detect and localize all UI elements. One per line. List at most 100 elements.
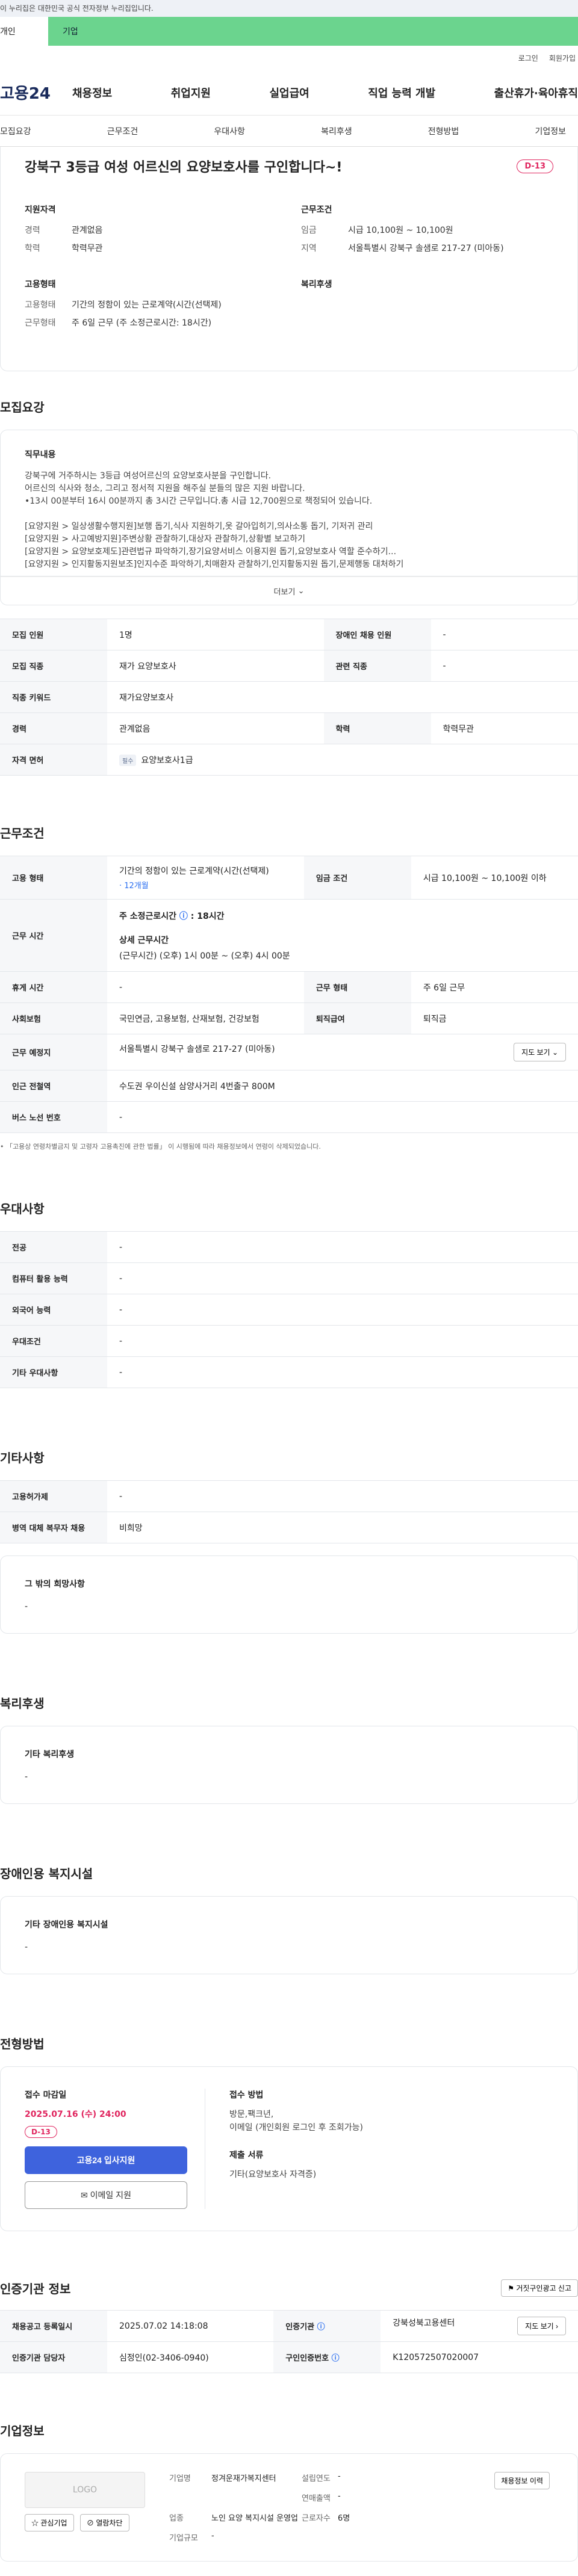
method-title: 접수 방법 (229, 2090, 264, 2100)
cond-section: 근무조건 임금 시급 10,100원 ~ 10,100원 지역 서울특별시 강북구 … (301, 203, 553, 260)
block-label: 열람차단 (96, 2519, 123, 2527)
more-label: 더보기 (273, 587, 296, 597)
favorite-company-button[interactable]: ☆ 관심기업 (25, 2514, 74, 2531)
gov-banner-text: 이 누리집은 대한민국 공식 전자정부 누리집입니다. (0, 4, 154, 13)
gnb-item-leave[interactable]: 출산휴가·육아휴직 (494, 85, 578, 100)
hours-main-label: 주 소정근로시간 (119, 911, 177, 921)
cell-value: 1명 (107, 619, 324, 650)
agency-value-cell: 강북성북고용센터 지도 보기 › (381, 2310, 578, 2342)
cell-value: 재가요양보호사 (107, 681, 578, 713)
email-apply-button[interactable]: ✉ 이메일 지원 (25, 2181, 187, 2209)
company-name-label: 기업명 (169, 2474, 191, 2483)
report-fake-ad-button[interactable]: ⚑ 거짓구인광고 신고 (501, 2279, 578, 2297)
map-view-button[interactable]: 지도 보기 ⌄ (514, 1043, 566, 1061)
cell-label: 인근 전철역 (0, 1070, 107, 1102)
other-wish-value: - (25, 1602, 28, 1611)
info-icon[interactable]: ⓘ (332, 2354, 340, 2363)
gnb-item-support[interactable]: 취업지원 (171, 85, 211, 100)
gnb-item-jobs[interactable]: 채용정보 (72, 85, 112, 100)
login-link[interactable]: 로그인 (518, 53, 538, 63)
join-link[interactable]: 회원가입 (549, 53, 576, 63)
emp-section: 고용형태 고용형태 기간의 정함이 있는 근로계약(시간(선택제) 근무형태 주 6… (25, 278, 277, 335)
favorite-label: 관심기업 (40, 2519, 67, 2527)
job-desc-line: [요양지원 > 사고예방지원]주변상황 관찰하기,대상자 관찰하기,상황별 보고… (25, 534, 305, 544)
gnb-item-training[interactable]: 직업 능력 개발 (368, 85, 435, 100)
agency-map-button[interactable]: 지도 보기 › (517, 2317, 566, 2335)
qual-title: 지원자격 (25, 205, 56, 215)
size-value: - (211, 2531, 214, 2540)
block-view-button[interactable]: ⊘ 열람차단 (79, 2514, 129, 2531)
emp-type-value: 기간의 정함이 있는 근로계약(시간(선택제) (119, 866, 269, 876)
job-desc-line: [요양지원 > 인지활동지원보조]인지수준 파악하기,치매환자 관찰하기,인지활… (25, 560, 404, 569)
cell-label: 우대조건 (0, 1325, 107, 1357)
etc-table: 고용허가제 - 병역 대체 복무자 채용 비희망 (0, 1480, 578, 1543)
table-row: 직종 키워드 재가요양보호사 (0, 681, 578, 713)
subnav-recruit[interactable]: 모집요강 (0, 125, 31, 137)
chevron-right-icon: › (556, 2322, 558, 2330)
cell-value: 시급 10,100원 ~ 10,100원 이하 (411, 856, 578, 900)
cell-value: 재가 요양보호사 (107, 650, 324, 682)
chevron-down-icon: ⌄ (297, 586, 305, 596)
subnav-work[interactable]: 근무조건 (107, 125, 138, 137)
qual-career-label: 경력 (25, 226, 40, 235)
info-icon[interactable]: ⓘ (179, 912, 188, 921)
cond-wage-value: 시급 10,100원 ~ 10,100원 (348, 226, 453, 235)
utility-bar: 로그인 회원가입 (0, 46, 578, 70)
cell-label: 장애인 채용 인원 (323, 619, 431, 650)
agency-header: 인증기관 정보 ⚑ 거짓구인광고 신고 (0, 2279, 578, 2297)
gov-banner: 이 누리집은 대한민국 공식 전자정부 누리집입니다. (0, 0, 578, 17)
global-nav: 고용24 채용정보 취업지원 실업급여 직업 능력 개발 출산휴가·육아휴직 (0, 70, 578, 116)
company-logo: LOGO (25, 2472, 145, 2508)
cell-label: 고용허가제 (0, 1480, 107, 1512)
tab-company-label: 기업 (63, 27, 78, 37)
docs-value: 기타(요양보호사 자격증) (229, 2170, 317, 2179)
cell-value: 국민연금, 고용보험, 산재보험, 건강보험 (107, 1002, 304, 1034)
tab-personal-label: 개인 (0, 27, 16, 37)
cell-label: 고용 형태 (0, 856, 107, 900)
cell-label: 병역 대체 복무자 채용 (0, 1512, 107, 1543)
hours-cell: 주 소정근로시간 ⓘ : 18시간 상세 근무시간 (근무시간) (오후) 1시… (107, 899, 578, 972)
sales-label: 연매출액 (302, 2494, 331, 2503)
tab-company[interactable]: 기업 (48, 17, 578, 46)
welfare-value: - (25, 1772, 28, 1782)
welfare-sub: 기타 복리후생 (25, 1750, 75, 1759)
info-icon[interactable]: ⓘ (317, 2323, 325, 2332)
cell-label: 근무 시간 (0, 899, 107, 972)
cell-label: 사회보험 (0, 1002, 107, 1034)
employees-label: 근로자수 (302, 2514, 331, 2523)
table-row: 우대조건 - (0, 1325, 578, 1357)
subnav-welfare[interactable]: 복리후생 (321, 125, 352, 137)
more-button[interactable]: 더보기 ⌄ (0, 576, 578, 605)
cell-label: 자격 면허 (0, 744, 107, 776)
site-logo[interactable]: 고용24 (0, 81, 72, 103)
deadline-title: 접수 마감일 (25, 2090, 67, 2100)
method-line: 방문,팩크년, (229, 2110, 274, 2119)
cell-value: 비희망 (107, 1512, 578, 1543)
hiring-history-button[interactable]: 채용정보 이력 (494, 2472, 550, 2489)
table-row: 전공 - (0, 1231, 578, 1263)
subnav-process[interactable]: 전형방법 (428, 125, 459, 137)
apply-button[interactable]: 고용24 입사지원 (25, 2146, 187, 2174)
table-row: 채용공고 등록일시 2025.07.02 14:18:08 인증기관 ⓘ 강북성… (0, 2310, 578, 2342)
cond-wage-label: 임금 (301, 226, 317, 235)
table-row: 근무 예정지 서울특별시 강북구 솔샘로 217-27 (미아동) 지도 보기 ⌄ (0, 1034, 578, 1070)
report-fake-ad-label: 거짓구인광고 신고 (516, 2284, 571, 2293)
cell-value: 주 6일 근무 (411, 971, 578, 1003)
subnav-pref[interactable]: 우대사항 (214, 125, 245, 137)
cell-label: 휴게 시간 (0, 971, 107, 1003)
cell-value: - (430, 619, 578, 650)
process-section-title: 전형방법 (0, 2037, 45, 2051)
cell-label: 채용공고 등록일시 (0, 2310, 107, 2342)
cell-label: 학력 (323, 712, 431, 744)
job-desc-line: •13시 00분부터 16시 00분까지 총 3시간 근무입니다.총 시급 12… (25, 496, 373, 506)
subnav-company[interactable]: 기업정보 (535, 125, 566, 137)
section-subnav: 모집요강 근무조건 우대사항 복리후생 전형방법 기업정보 (0, 116, 578, 147)
member-type-tabs: 개인 기업 (0, 17, 578, 46)
qual-career-value: 관계없음 (72, 226, 103, 235)
cell-value: 퇴직금 (411, 1002, 578, 1034)
cell-label: 직종 키워드 (0, 681, 107, 713)
emp-shift-label: 근무형태 (25, 318, 56, 328)
tab-personal[interactable]: 개인 (0, 17, 48, 46)
gnb-item-benefit[interactable]: 실업급여 (270, 85, 309, 100)
table-row: 사회보험 국민연금, 고용보험, 산재보험, 건강보험 퇴직급여 퇴직금 (0, 1002, 578, 1034)
